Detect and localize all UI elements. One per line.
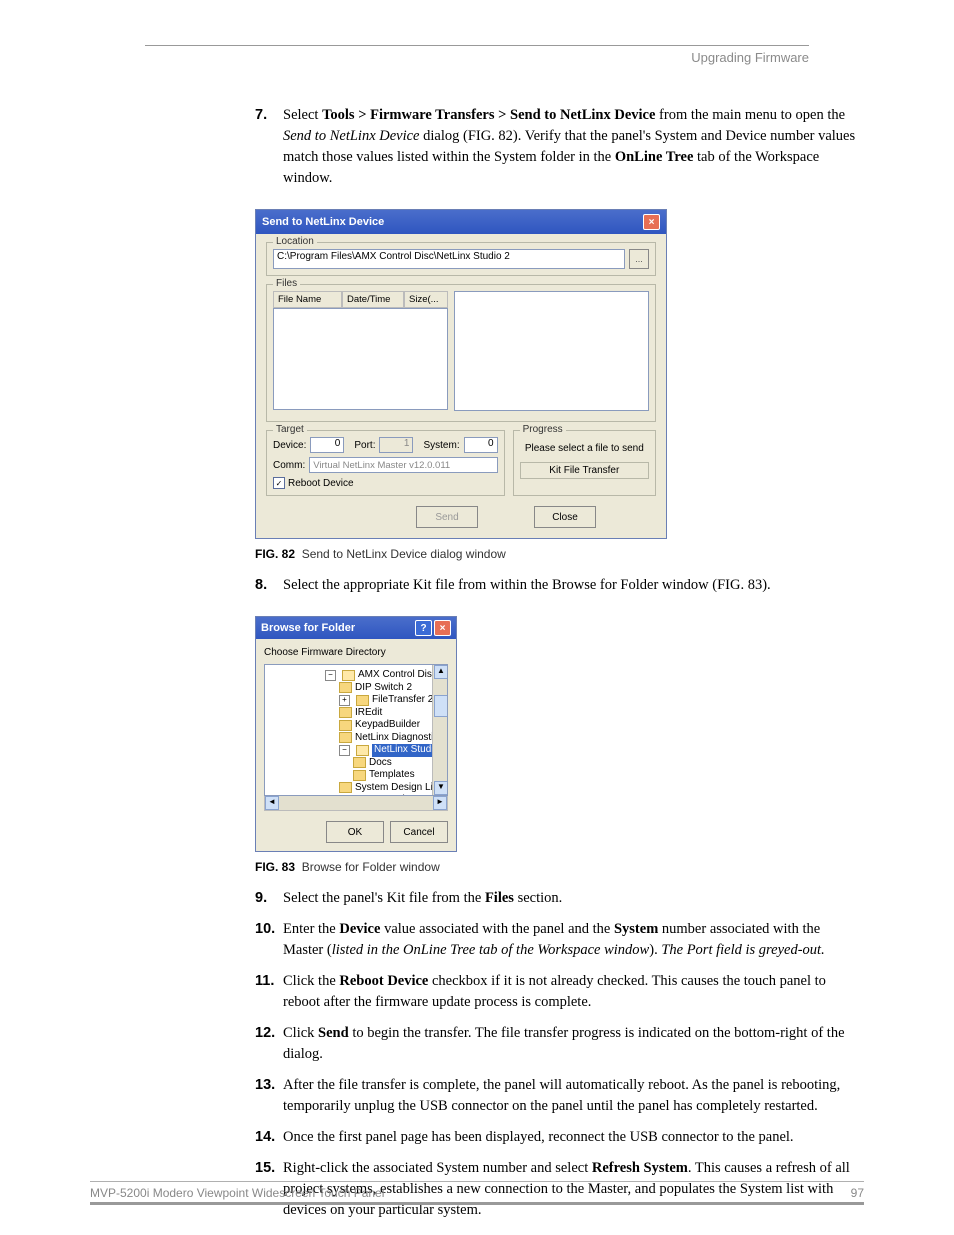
send-button[interactable]: Send: [416, 506, 478, 528]
step-9: 9. Select the panel's Kit file from the …: [255, 888, 864, 909]
step-13: 13. After the file transfer is complete,…: [255, 1075, 864, 1117]
dialog-title: Browse for Folder: [261, 622, 355, 634]
send-to-netlinx-dialog: Send to NetLinx Device × Location C:\Pro…: [255, 209, 667, 539]
kit-file-transfer: Kit File Transfer: [520, 462, 649, 479]
close-icon[interactable]: ×: [643, 214, 660, 230]
files-group: Files File Name Date/Time Size(...: [266, 284, 656, 422]
device-input[interactable]: 0: [310, 437, 344, 453]
dialog-title: Send to NetLinx Device: [262, 216, 384, 228]
target-group: Target Device: 0 Port: 1 System: 0 Comm:: [266, 430, 505, 496]
ok-button[interactable]: OK: [326, 821, 384, 843]
step-10: 10. Enter the Device value associated wi…: [255, 919, 864, 961]
close-button[interactable]: Close: [534, 506, 596, 528]
fig-83-caption: FIG. 83 Browse for Folder window: [255, 860, 864, 874]
progress-message: Please select a file to send: [520, 437, 649, 462]
cancel-button[interactable]: Cancel: [390, 821, 448, 843]
scrollbar-vertical[interactable]: ▲ ▼: [432, 665, 447, 795]
figure-83: Browse for Folder ? × Choose Firmware Di…: [255, 616, 864, 852]
page-number: 97: [851, 1186, 864, 1200]
footer-product: MVP-5200i Modero Viewpoint Widescreen To…: [90, 1186, 384, 1200]
system-input[interactable]: 0: [464, 437, 498, 453]
fig-82-caption: FIG. 82 Send to NetLinx Device dialog wi…: [255, 547, 864, 561]
location-group: Location C:\Program Files\AMX Control Di…: [266, 242, 656, 276]
location-input[interactable]: C:\Program Files\AMX Control Disc\NetLin…: [273, 249, 625, 269]
comm-display: Virtual NetLinx Master v12.0.011: [309, 457, 497, 473]
port-input: 1: [379, 437, 413, 453]
reboot-checkbox[interactable]: ✓Reboot Device: [273, 477, 498, 489]
browse-folder-dialog: Browse for Folder ? × Choose Firmware Di…: [255, 616, 457, 852]
header-section: Upgrading Firmware: [145, 50, 809, 65]
scrollbar-horizontal[interactable]: ◄►: [264, 796, 448, 811]
dialog-subtitle: Choose Firmware Directory: [264, 647, 448, 658]
preview-pane: [454, 291, 649, 411]
close-icon[interactable]: ×: [434, 620, 451, 636]
step-14: 14. Once the first panel page has been d…: [255, 1127, 864, 1148]
files-list[interactable]: [273, 308, 448, 410]
step-8: 8. Select the appropriate Kit file from …: [255, 575, 864, 596]
folder-tree[interactable]: −AMX Control Disc DIP Switch 2 +FileTran…: [264, 664, 448, 796]
progress-group: Progress Please select a file to send Ki…: [513, 430, 656, 496]
step-11: 11. Click the Reboot Device checkbox if …: [255, 971, 864, 1013]
browse-button[interactable]: ...: [629, 249, 649, 269]
help-icon[interactable]: ?: [415, 620, 432, 636]
figure-82: Send to NetLinx Device × Location C:\Pro…: [255, 209, 864, 539]
step-7: 7. Select Tools > Firmware Transfers > S…: [255, 105, 864, 189]
page-footer: MVP-5200i Modero Viewpoint Widescreen To…: [90, 1181, 864, 1205]
files-header: File Name Date/Time Size(...: [273, 291, 448, 308]
step-12: 12. Click Send to begin the transfer. Th…: [255, 1023, 864, 1065]
step-num: 7.: [255, 105, 283, 189]
